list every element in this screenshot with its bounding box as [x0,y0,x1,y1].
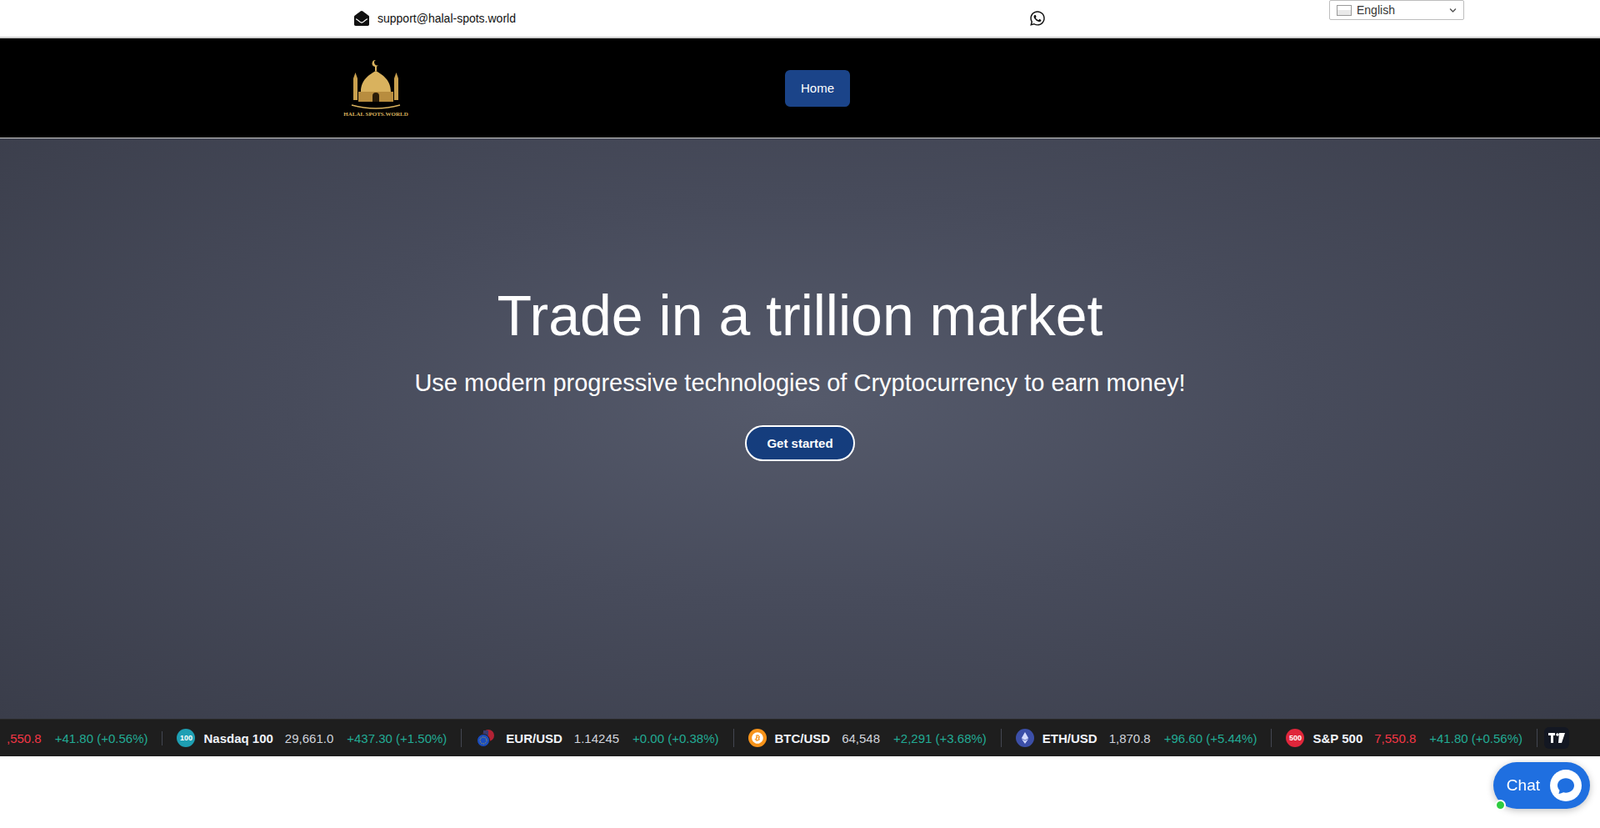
bitcoin-icon [748,728,767,747]
index-badge-icon: 500 [1285,728,1305,747]
page: support@halal-spots.world English HALAL SP… [0,0,1600,828]
mosque-logo-icon [346,58,405,110]
ticker-item[interactable]: 100 Nasdaq 100 29,661.0 +437.30 (+1.50%) [162,728,462,747]
nav-item[interactable]: Home [785,70,850,107]
ticker-change: +0.00 (+0.38%) [632,730,719,745]
ticker-item[interactable]: ,550.8 +41.80 (+0.56%) [0,730,163,745]
language-select[interactable]: English [1329,0,1465,20]
get-started-button[interactable]: Get started [745,425,855,461]
ticker-item[interactable]: ETH/USD 1,870.8 +96.60 (+5.44%) [1001,728,1273,747]
top-bar: support@halal-spots.world English [0,0,1600,39]
hero-title: Trade in a trillion market [497,281,1104,350]
language-text: English [1356,3,1445,17]
envelope-icon [354,10,370,26]
ticker-change: +41.80 (+0.56%) [55,730,149,745]
logo[interactable]: HALAL SPOTS.WORLD [338,58,414,118]
ticker-item[interactable]: 500 S&P 500 7,550.8 +41.80 (+0.56%) [1271,728,1538,747]
ticker-change: +96.60 (+5.44%) [1164,730,1258,745]
nav-menu: Home [785,70,850,107]
tradingview-logo-icon[interactable] [1544,726,1570,749]
ticker-change: +2,291 (+3.68%) [893,730,987,745]
ticker-item[interactable]: EUR/USD 1.14245 +0.00 (+0.38%) [461,728,734,747]
hero-subtitle: Use modern progressive technologies of C… [414,368,1185,398]
ticker-name: EUR/USD [505,730,563,745]
ticker-value: 1.14245 [574,730,620,745]
hero: Trade in a trillion market Use modern pro… [0,138,1600,719]
index-badge-icon: 100 [176,728,195,747]
ticker-value: 64,548 [841,730,880,745]
ticker-value: 7,550.8 [1374,730,1416,745]
ticker-value: 29,661.0 [285,730,334,745]
ticker-name: ETH/USD [1042,730,1098,745]
ticker-value: ,550.8 [6,730,42,745]
ticker-value: 1,870.8 [1109,730,1151,745]
chat-bubble-icon [1550,769,1582,801]
chevron-down-icon [1449,6,1457,15]
nav-bar: HALAL SPOTS.WORLD Home [0,38,1600,139]
ticker-change: +437.30 (+1.50%) [346,730,447,745]
flag-icon [1336,5,1352,16]
ticker-change: +41.80 (+0.56%) [1429,730,1523,745]
online-status-dot [1495,799,1506,810]
chat-button[interactable]: Chat [1493,761,1590,809]
ticker-name: BTC/USD [775,730,831,745]
whatsapp-icon[interactable] [1029,10,1046,27]
eurusd-flags-icon [475,728,498,747]
chat-label: Chat [1506,775,1540,795]
ticker-name: Nasdaq 100 [203,730,273,745]
email-text: support@halal-spots.world [377,11,516,25]
ticker-item[interactable]: BTC/USD 64,548 +2,291 (+3.68%) [734,728,1002,747]
email-link[interactable]: support@halal-spots.world [354,10,1030,26]
logo-text: HALAL SPOTS.WORLD [343,110,408,118]
ethereum-icon [1015,728,1035,747]
ticker-tape: ,550.8 +41.80 (+0.56%) 100 Nasdaq 100 29,661… [0,718,1600,756]
ticker-name: S&P 500 [1312,730,1363,745]
